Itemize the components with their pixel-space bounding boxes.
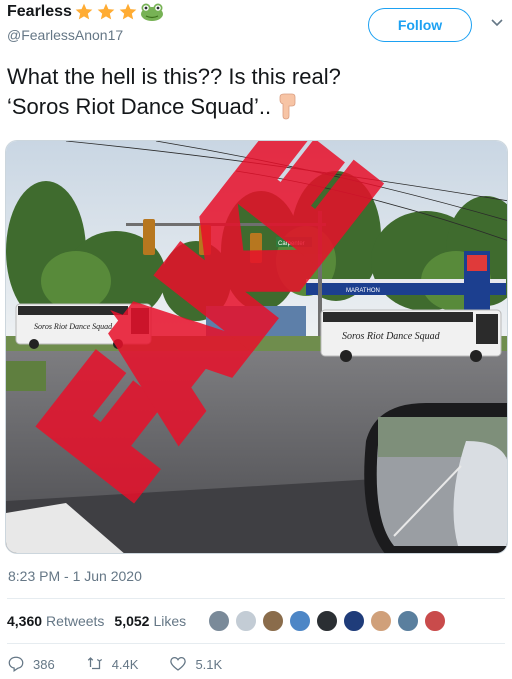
- divider: [7, 598, 505, 599]
- reply-count: 386: [33, 656, 55, 672]
- tweet-text-line-2: ‘Soros Riot Dance Squad’..: [7, 92, 497, 128]
- avatar[interactable]: [396, 609, 420, 633]
- likes-label[interactable]: Likes: [153, 613, 186, 629]
- avatar[interactable]: [369, 609, 393, 633]
- pointing-down-hand-icon: [275, 92, 301, 128]
- heart-icon: [170, 656, 187, 671]
- retweet-icon: [87, 657, 102, 670]
- chevron-down-icon[interactable]: [489, 14, 505, 30]
- reply-icon: [8, 656, 24, 672]
- frog-icon: [140, 2, 164, 22]
- follow-button[interactable]: Follow: [368, 8, 472, 42]
- avatar[interactable]: [423, 609, 447, 633]
- tweet-actions: 386 4.4K 5.1K: [7, 655, 253, 673]
- tweet-header: Fearless @FearlessAnon17 Follow: [7, 0, 507, 52]
- tweet-text-line-2-text: ‘Soros Riot Dance Squad’..: [7, 94, 272, 119]
- avatar[interactable]: [234, 609, 258, 633]
- star-icon: [118, 2, 138, 22]
- liker-avatars: [207, 609, 450, 633]
- star-icon: [74, 2, 94, 22]
- retweets-label[interactable]: Retweets: [46, 613, 104, 629]
- avatar[interactable]: [207, 609, 231, 633]
- like-count: 5.1K: [195, 656, 223, 672]
- tweet-timestamp[interactable]: 8:23 PM - 1 Jun 2020: [8, 568, 142, 584]
- display-name[interactable]: Fearless: [7, 3, 72, 21]
- reply-button[interactable]: 386: [7, 655, 55, 673]
- divider: [7, 643, 505, 644]
- star-icon: [96, 2, 116, 22]
- retweet-button[interactable]: 4.4K: [86, 655, 139, 673]
- tweet-text-line-1: What the hell is this?? Is this real?: [7, 64, 341, 89]
- avatar[interactable]: [288, 609, 312, 633]
- avatar[interactable]: [315, 609, 339, 633]
- retweet-count: 4.4K: [111, 656, 139, 672]
- avatar[interactable]: [342, 609, 366, 633]
- side-mirror: [364, 403, 507, 553]
- tweet-image[interactable]: MARATHON Carpenter Soros Riot Dance Squa…: [5, 140, 508, 554]
- engagement-stats: 4,360 Retweets 5,052 Likes: [7, 601, 196, 641]
- likes-count[interactable]: 5,052: [114, 613, 149, 629]
- station-sign-text: MARATHON: [346, 288, 380, 294]
- bus-sign-right: Soros Riot Dance Squad: [342, 331, 441, 342]
- bus-right: Soros Riot Dance Squad: [320, 309, 502, 362]
- tweet-text: What the hell is this?? Is this real? ‘S…: [7, 62, 497, 128]
- like-button[interactable]: 5.1K: [169, 655, 222, 673]
- avatar[interactable]: [261, 609, 285, 633]
- user-handle[interactable]: @FearlessAnon17: [7, 27, 123, 43]
- retweets-count[interactable]: 4,360: [7, 613, 42, 629]
- user-name-row[interactable]: Fearless: [7, 2, 164, 22]
